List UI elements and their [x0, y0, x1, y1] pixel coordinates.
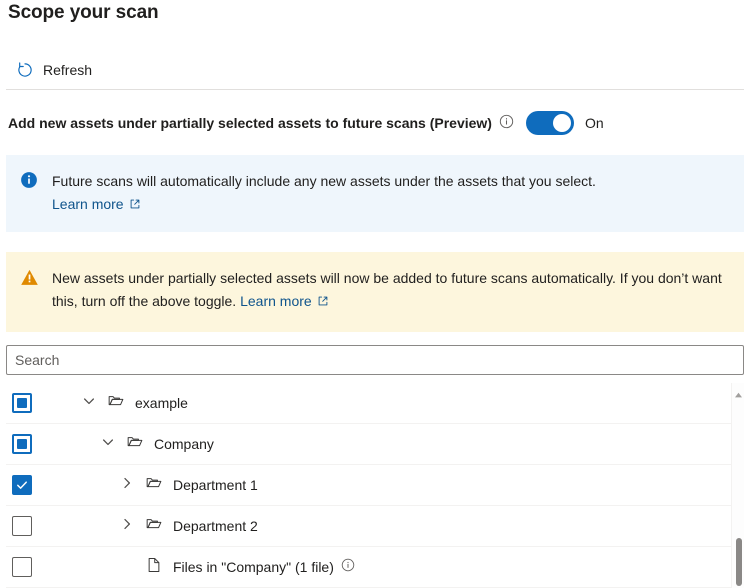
- folder-icon: [135, 474, 163, 497]
- info-circle-icon[interactable]: [492, 114, 514, 132]
- info-learn-more-label: Learn more: [52, 196, 124, 212]
- tree-row[interactable]: Department 2: [6, 506, 744, 547]
- command-bar: Refresh: [0, 52, 750, 88]
- chevron-down-icon[interactable]: [81, 393, 97, 414]
- refresh-label: Refresh: [43, 62, 92, 78]
- search-box[interactable]: [6, 345, 744, 375]
- info-learn-more-link[interactable]: Learn more: [52, 196, 141, 212]
- tree-row[interactable]: example: [6, 383, 744, 424]
- tree-row-label: Department 2: [173, 518, 258, 534]
- asset-tree-scrollbar[interactable]: [731, 383, 744, 588]
- scope-your-scan-panel: Scope your scan Refresh Add new assets u…: [0, 0, 750, 588]
- external-link-icon: [312, 293, 329, 309]
- future-scans-toggle-row: Add new assets under partially selected …: [8, 110, 604, 136]
- asset-tree-rows: example Company Department 1 Department 2 Fi…: [6, 383, 744, 588]
- folder-icon: [116, 433, 144, 456]
- warning-message-body: New assets under partially selected asse…: [52, 266, 732, 318]
- future-scans-toggle-label: Add new assets under partially selected …: [8, 113, 492, 133]
- toggle-knob: [553, 114, 571, 132]
- page-title: Scope your scan: [8, 2, 159, 24]
- command-bar-divider: [6, 89, 744, 90]
- scrollbar-thumb[interactable]: [736, 538, 742, 586]
- tree-row-checkbox[interactable]: [12, 434, 32, 454]
- asset-tree: example Company Department 1 Department 2 Fi…: [6, 383, 744, 588]
- file-icon: [135, 556, 163, 579]
- warning-learn-more-label: Learn more: [240, 293, 312, 309]
- search-input[interactable]: [7, 346, 743, 374]
- info-message-body: Future scans will automatically include …: [52, 169, 596, 218]
- info-message-bar: Future scans will automatically include …: [6, 155, 744, 232]
- toggle-state-text: On: [585, 115, 604, 131]
- tree-row-checkbox[interactable]: [12, 393, 32, 413]
- tree-row-checkbox[interactable]: [12, 516, 32, 536]
- future-scans-toggle[interactable]: [526, 111, 574, 135]
- chevron-right-icon[interactable]: [119, 516, 135, 537]
- info-circle-icon[interactable]: [334, 558, 355, 577]
- tree-row-checkbox[interactable]: [12, 475, 32, 495]
- external-link-icon: [124, 196, 141, 212]
- tree-row-checkbox[interactable]: [12, 557, 32, 577]
- warning-triangle-icon: [20, 266, 40, 318]
- tree-row[interactable]: Files in "Company" (1 file): [6, 547, 744, 588]
- chevron-right-icon[interactable]: [119, 475, 135, 496]
- tree-row-label: example: [135, 395, 188, 411]
- tree-row[interactable]: Department 1: [6, 465, 744, 506]
- chevron-down-icon[interactable]: [100, 434, 116, 455]
- tree-row-label: Department 1: [173, 477, 258, 493]
- tree-row-label: Files in "Company" (1 file): [173, 559, 334, 575]
- tree-row-label: Company: [154, 436, 214, 452]
- scroll-up-arrow-icon[interactable]: [734, 386, 743, 394]
- info-filled-icon: [20, 169, 40, 218]
- warning-learn-more-link[interactable]: Learn more: [240, 293, 329, 309]
- warning-message-bar: New assets under partially selected asse…: [6, 252, 744, 332]
- warning-message-text: New assets under partially selected asse…: [52, 270, 722, 309]
- folder-icon: [135, 515, 163, 538]
- refresh-button[interactable]: Refresh: [8, 57, 100, 83]
- refresh-icon: [16, 61, 34, 79]
- tree-row[interactable]: Company: [6, 424, 744, 465]
- info-message-text: Future scans will automatically include …: [52, 173, 596, 189]
- folder-icon: [97, 392, 125, 415]
